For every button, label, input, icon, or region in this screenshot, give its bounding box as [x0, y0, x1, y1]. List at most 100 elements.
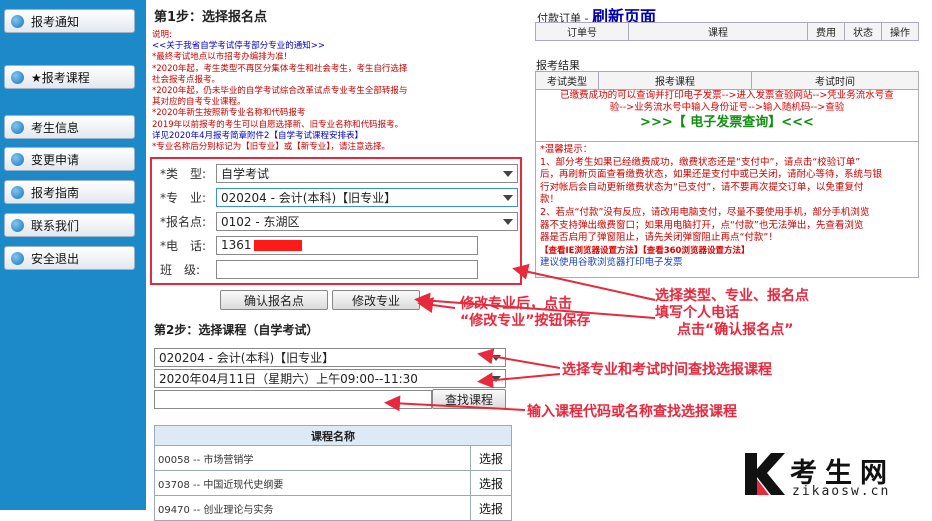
- annotation-line: 点击“确认报名点”: [677, 322, 794, 338]
- notice-line: 社会报考点报考。: [152, 74, 221, 85]
- table-row: 03708 -- 中国近现代史纲要 选报: [154, 470, 512, 496]
- sidebar-item-label: 安全退出: [31, 251, 80, 266]
- chevron-down-icon: [503, 170, 513, 177]
- modify-major-button[interactable]: 修改专业: [332, 290, 420, 310]
- course-annotation: 选择专业和考试时间查找选报课程: [562, 362, 772, 378]
- modify-annotation: 修改专业后，点击 “修改专业”按钮保存: [460, 296, 590, 330]
- search-annotation: 输入课程代码或名称查找选报课程: [527, 404, 737, 420]
- exam-time-value: 2020年04月11日（星期六）上午09:00--11:30: [159, 372, 418, 386]
- bullet-icon: [11, 152, 24, 166]
- invoice-query-link[interactable]: >>>【 电子发票查询】<<<: [536, 116, 918, 129]
- type-select[interactable]: 自学考试: [216, 163, 518, 183]
- major-label: *专 业:: [160, 190, 207, 205]
- type-select-value: 自学考试: [221, 166, 270, 181]
- tips-line: 款！: [540, 194, 560, 206]
- site-logo-icon: [745, 453, 785, 495]
- course-name-header: 课程名称: [154, 425, 512, 446]
- notice-line: *专业名称后分别标记为【旧专业】或【新专业】，请注意选择。: [152, 142, 391, 153]
- bullet-icon: [11, 120, 24, 134]
- bullet-icon: [11, 185, 24, 199]
- invoice-info: 已缴费成功的可以查询并打印电子发票-->进入发票查验网站-->凭业务流水号查 验…: [535, 87, 919, 142]
- select-annotation: 选择类型、专业、报名点 填写个人电话 点击“确认报名点”: [655, 288, 809, 339]
- notice-link[interactable]: 详见2020年4月报考简章附件2【自学考试课程安排表】: [152, 131, 516, 142]
- major-select-value: 020204 - 会计(本科)【旧专业】: [221, 190, 397, 205]
- chevron-down-icon: [503, 194, 513, 201]
- tips-line: 器是否启用了弹窗阻止，请先关闭弹窗阻止再点“付款”！: [540, 232, 778, 244]
- select-course-link[interactable]: 选报: [470, 470, 512, 496]
- chrome-tip: 建议使用谷歌浏览器打印电子发票: [540, 257, 683, 269]
- notice-line: 其对应的自考专业课程。: [152, 97, 246, 108]
- step2-title: 第2步：选择课程（自学考试）: [154, 323, 319, 337]
- sidebar-item-change-request[interactable]: 变更申请: [4, 147, 135, 171]
- sidebar-item-contact-us[interactable]: 联系我们: [4, 213, 135, 237]
- class-label: 班 级:: [160, 262, 201, 277]
- sidebar-item-exam-notice[interactable]: 报考通知: [4, 9, 135, 33]
- table-header-row: 课程名称: [154, 425, 512, 446]
- registration-form: *类 型: 自学考试 *专 业: 020204 - 会计(本科)【旧专业】 *报…: [150, 157, 522, 285]
- bullet-icon: [11, 251, 24, 265]
- phone-row: *电 话: 1361: [160, 235, 478, 255]
- invoice-line: 验-->业务流水号中输入身份证号-->输入随机码-->查验: [609, 102, 845, 113]
- notice-line: *最终考试地点以市招考办编排为准!: [152, 52, 288, 63]
- class-input[interactable]: [216, 259, 478, 279]
- annotation-line: 选择类型、专业、报名点: [655, 288, 809, 304]
- notice-block: 说明: <<关于我省自学考试停考部分专业的通知>> *最终考试地点以市招考办编排…: [152, 30, 516, 153]
- major-select[interactable]: 020204 - 会计(本科)【旧专业】: [216, 187, 518, 207]
- phone-value: 1361: [221, 238, 252, 252]
- tips-line: 器不支持弹出缴费窗口；如果用电脑打开，点“付款”也无法弹出，先查看浏览: [540, 219, 864, 231]
- site-select[interactable]: 0102 - 东湖区: [216, 211, 518, 231]
- chevron-down-icon: [491, 376, 501, 382]
- sidebar-item-logout[interactable]: 安全退出: [4, 246, 135, 270]
- tips-line: 行对帐后会自动更新缴费状态为“已支付”，请不要再次提交订单，以免重复付: [540, 181, 864, 193]
- exam-time-select[interactable]: 2020年04月11日（星期六）上午09:00--11:30: [154, 369, 506, 388]
- notice-line: *2020年起，仍未毕业的自学考试综合改革试点专业考生全部转报与: [152, 86, 408, 97]
- course-search-input[interactable]: [154, 390, 432, 409]
- sidebar: 报考通知 ★报考课程 考生信息 变更申请 报考指南 联系我们 安全退出: [0, 0, 146, 510]
- sidebar-item-label: ★报考课程: [31, 70, 90, 85]
- select-course-link[interactable]: 选报: [470, 495, 512, 521]
- notice-line: *2020年起，考生类型不再区分集体考生和社会考生，考生自行选择: [152, 63, 408, 74]
- course-name: 09470 -- 创业理论与实务: [154, 495, 471, 521]
- notice-line: 2019年以前报考的考生可以自愿选择新、旧专业名称和代码报考。: [152, 119, 404, 130]
- browser-settings-links[interactable]: 【查看IE浏览器设置方法】【查看360浏览器设置方法】: [540, 245, 914, 258]
- table-row: 00058 -- 市场营销学 选报: [154, 445, 512, 471]
- chevron-down-icon: [503, 218, 513, 225]
- sidebar-item-exam-courses[interactable]: ★报考课程: [4, 65, 135, 89]
- orders-table: 订单号 课程 费用 状态 操作: [535, 22, 919, 41]
- notice-link[interactable]: <<关于我省自学考试停考部分专业的通知>>: [152, 41, 516, 52]
- type-label: *类 型:: [160, 166, 207, 181]
- course-major-value: 020204 - 会计(本科)【旧专业】: [159, 351, 335, 365]
- course-name: 00058 -- 市场营销学: [154, 445, 471, 471]
- site-select-value: 0102 - 东湖区: [221, 214, 300, 229]
- registration-panel: 第1步：选择报名点 说明: <<关于我省自学考试停考部分专业的通知>> *最终考…: [146, 0, 522, 521]
- annotation-line: 修改专业后，点击: [460, 296, 572, 312]
- status-header: 状态: [844, 22, 882, 41]
- search-course-button[interactable]: 查找课程: [432, 389, 506, 409]
- course-header: 课程: [628, 22, 808, 41]
- tips-line: 后，再刷新页面查看缴费状态，如果还是支付中或已关闭，请耐心等待，系统与银: [540, 169, 883, 181]
- annotation-line: “修改专业”按钮保存: [460, 313, 591, 329]
- course-name: 03708 -- 中国近现代史纲要: [154, 470, 471, 496]
- sidebar-item-label: 报考通知: [31, 14, 80, 29]
- site-row: *报名点: 0102 - 东湖区: [160, 211, 518, 231]
- chevron-down-icon: [491, 355, 501, 361]
- logo-url: zikaosw.cn: [792, 484, 891, 499]
- tips-line: 2、若点“付款”没有反应，请改用电脑支付，尽量不要使用手机，部分手机浏览: [540, 206, 870, 218]
- bullet-icon: [11, 218, 24, 232]
- sidebar-item-exam-guide[interactable]: 报考指南: [4, 180, 135, 204]
- course-major-select[interactable]: 020204 - 会计(本科)【旧专业】: [154, 348, 506, 367]
- sidebar-item-label: 联系我们: [31, 218, 80, 233]
- notice-title: 说明:: [152, 30, 172, 40]
- confirm-site-button[interactable]: 确认报名点: [220, 290, 328, 310]
- step1-title: 第1步：选择报名点: [154, 10, 268, 25]
- sidebar-item-label: 考生信息: [31, 120, 80, 135]
- class-row: 班 级:: [160, 259, 478, 279]
- annotation-line: 填写个人电话: [655, 305, 739, 321]
- select-course-link[interactable]: 选报: [470, 445, 512, 471]
- payment-panel: 付款订单 - 刷新页面 订单号 课程 费用 状态 操作 报考结果 考试类型 报考…: [530, 0, 932, 510]
- tips-line: 1、部分考生如果已经缴费成功，缴费状态还是“支付中”，请点击“校验订单”: [540, 156, 861, 168]
- table-header-row: 订单号 课程 费用 状态 操作: [535, 22, 919, 41]
- phone-input[interactable]: 1361: [216, 235, 478, 255]
- sidebar-item-student-info[interactable]: 考生信息: [4, 115, 135, 139]
- invoice-line: 已缴费成功的可以查询并打印电子发票-->进入发票查验网站-->凭业务流水号查: [560, 90, 894, 101]
